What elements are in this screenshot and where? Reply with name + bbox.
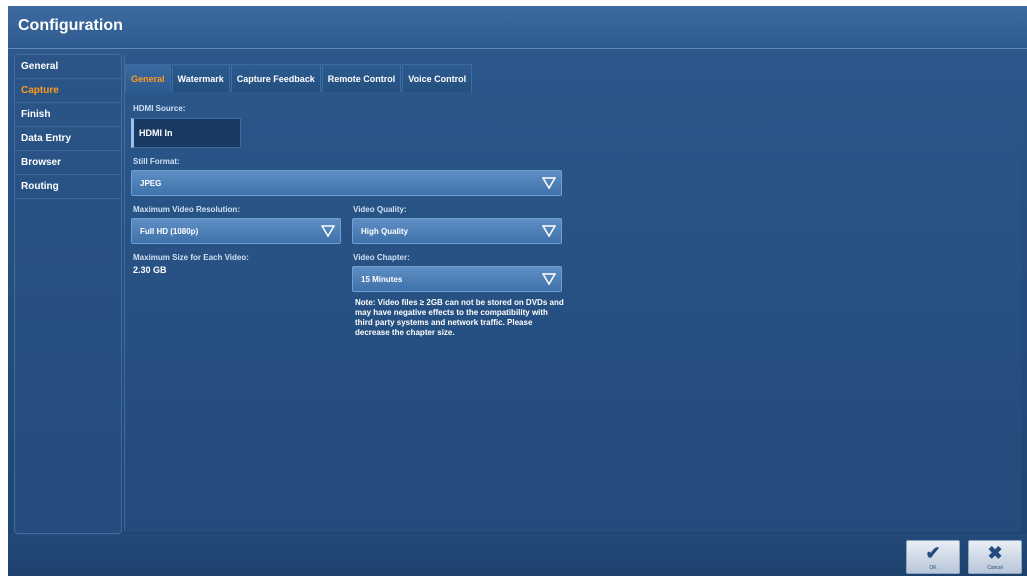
chevron-down-icon (542, 177, 556, 190)
chevron-down-icon (542, 225, 556, 238)
ok-button[interactable]: ✔ OK (906, 540, 960, 574)
sidebar-item-finish[interactable]: Finish (15, 103, 121, 127)
sidebar-item-routing[interactable]: Routing (15, 175, 121, 199)
max-resolution-dropdown[interactable]: Full HD (1080p) (131, 218, 341, 244)
video-chapter-value: 15 Minutes (361, 275, 403, 284)
video-quality-dropdown[interactable]: High Quality (352, 218, 562, 244)
close-icon: ✖ (987, 543, 1003, 563)
tab-bar: General Watermark Capture Feedback Remot… (125, 64, 473, 92)
max-resolution-label: Maximum Video Resolution: (133, 205, 240, 214)
ok-label: OK (929, 565, 937, 571)
tab-capture-feedback[interactable]: Capture Feedback (230, 64, 321, 92)
hdmi-source-label: HDMI Source: (133, 104, 186, 113)
cancel-label: Cancel (987, 565, 1003, 571)
video-quality-label: Video Quality: (353, 205, 407, 214)
video-chapter-dropdown[interactable]: 15 Minutes (352, 266, 562, 292)
configuration-window: Configuration General Capture Finish Dat… (8, 6, 1027, 576)
bottom-bar: ✔ OK ✖ Cancel (8, 534, 1027, 576)
tab-voice-control[interactable]: Voice Control (402, 64, 473, 92)
content-panel: General Watermark Capture Feedback Remot… (124, 54, 1021, 532)
hdmi-source-field[interactable]: HDMI In (131, 118, 241, 148)
tab-watermark[interactable]: Watermark (171, 64, 230, 92)
video-quality-value: High Quality (361, 227, 409, 236)
still-format-label: Still Format: (133, 157, 180, 166)
video-size-note: Note: Video files ≥ 2GB can not be store… (355, 298, 564, 337)
tab-remote-control[interactable]: Remote Control (321, 64, 402, 92)
cancel-button[interactable]: ✖ Cancel (968, 540, 1022, 574)
chevron-down-icon (542, 273, 556, 286)
title-bar: Configuration (8, 6, 1027, 49)
sidebar-item-capture[interactable]: Capture (15, 79, 121, 103)
max-resolution-value: Full HD (1080p) (140, 227, 199, 236)
video-chapter-label: Video Chapter: (353, 253, 410, 262)
sidebar: General Capture Finish Data Entry Browse… (14, 54, 122, 534)
still-format-dropdown[interactable]: JPEG (131, 170, 562, 196)
checkmark-icon: ✔ (925, 543, 941, 563)
sidebar-item-browser[interactable]: Browser (15, 151, 121, 175)
max-size-label: Maximum Size for Each Video: (133, 253, 249, 262)
max-size-value: 2.30 GB (133, 265, 167, 275)
tab-general[interactable]: General (125, 64, 171, 92)
still-format-value: JPEG (140, 179, 162, 188)
hdmi-source-value: HDMI In (139, 128, 173, 138)
window-title: Configuration (18, 17, 123, 34)
sidebar-item-data-entry[interactable]: Data Entry (15, 127, 121, 151)
sidebar-item-general[interactable]: General (15, 55, 121, 79)
chevron-down-icon (321, 225, 335, 238)
